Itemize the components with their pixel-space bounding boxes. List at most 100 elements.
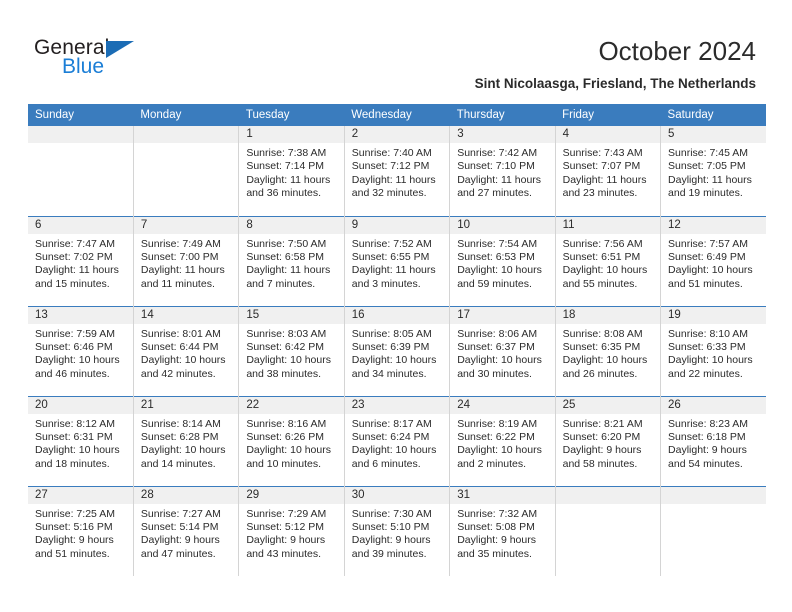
day-detail-sunrise: Sunrise: 7:50 AM bbox=[246, 237, 327, 250]
calendar-day-cell[interactable]: 2 Sunrise: 7:40 AM Sunset: 7:12 PM Daylight… bbox=[343, 126, 450, 216]
calendar-day-cell[interactable]: 20 Sunrise: 8:12 AM Sunset: 6:31 PM Dayligh… bbox=[28, 396, 134, 486]
calendar-day-cell[interactable]: 15 Sunrise: 8:03 AM Sunset: 6:42 PM Dayligh… bbox=[238, 306, 345, 396]
day-detail-daylight-line2: and 51 minutes. bbox=[668, 277, 743, 290]
day-details: Sunrise: 7:32 AM Sunset: 5:08 PM Daylight:… bbox=[450, 504, 554, 562]
calendar-day-cell[interactable]: 10 Sunrise: 7:54 AM Sunset: 6:53 PM Dayligh… bbox=[449, 216, 556, 306]
day-detail-daylight-line1: Daylight: 11 hours bbox=[351, 173, 436, 186]
day-detail-sunrise: Sunrise: 8:10 AM bbox=[668, 327, 748, 340]
calendar-day-cell-empty bbox=[28, 126, 134, 216]
calendar-day-cell[interactable]: 31 Sunrise: 7:32 AM Sunset: 5:08 PM Dayligh… bbox=[449, 486, 556, 576]
day-details: Sunrise: 7:43 AM Sunset: 7:07 PM Daylight:… bbox=[556, 143, 660, 201]
brand-name-secondary: Blue bbox=[62, 55, 105, 78]
day-detail-sunrise: Sunrise: 7:30 AM bbox=[351, 507, 432, 520]
calendar-week-row: 1 Sunrise: 7:38 AM Sunset: 7:14 PM Daylight… bbox=[28, 126, 766, 216]
day-details: Sunrise: 8:06 AM Sunset: 6:37 PM Daylight:… bbox=[450, 324, 554, 382]
calendar-day-cell[interactable]: 9 Sunrise: 7:52 AM Sunset: 6:55 PM Daylight… bbox=[343, 216, 450, 306]
day-details: Sunrise: 8:05 AM Sunset: 6:39 PM Daylight:… bbox=[345, 324, 449, 382]
calendar-day-cell[interactable]: 18 Sunrise: 8:08 AM Sunset: 6:35 PM Dayligh… bbox=[554, 306, 661, 396]
calendar-day-cell[interactable]: 22 Sunrise: 8:16 AM Sunset: 6:26 PM Dayligh… bbox=[238, 396, 345, 486]
day-detail-daylight-line1: Daylight: 10 hours bbox=[140, 444, 226, 457]
calendar-day-cell[interactable]: 11 Sunrise: 7:56 AM Sunset: 6:51 PM Dayligh… bbox=[554, 216, 661, 306]
calendar-day-cell[interactable]: 16 Sunrise: 8:05 AM Sunset: 6:39 PM Dayligh… bbox=[343, 306, 450, 396]
day-detail-sunset: Sunset: 7:05 PM bbox=[668, 160, 746, 173]
calendar-day-cell[interactable]: 29 Sunrise: 7:29 AM Sunset: 5:12 PM Dayligh… bbox=[238, 486, 345, 576]
day-details: Sunrise: 7:27 AM Sunset: 5:14 PM Daylight:… bbox=[134, 504, 238, 562]
day-detail-daylight-line2: and 39 minutes. bbox=[351, 547, 427, 560]
day-detail-sunrise: Sunrise: 7:42 AM bbox=[457, 147, 538, 159]
calendar-day-cell[interactable]: 3 Sunrise: 7:42 AM Sunset: 7:10 PM Daylight… bbox=[449, 126, 556, 216]
calendar-week-row: 27 Sunrise: 7:25 AM Sunset: 5:16 PM Dayligh… bbox=[28, 486, 766, 576]
day-detail-daylight-line2: and 11 minutes. bbox=[140, 277, 215, 290]
day-detail-sunrise: Sunrise: 8:16 AM bbox=[246, 417, 327, 430]
day-details: Sunrise: 7:56 AM Sunset: 6:51 PM Daylight:… bbox=[556, 234, 660, 292]
day-detail-daylight-line2: and 55 minutes. bbox=[562, 277, 638, 290]
calendar-day-cell[interactable]: 13 Sunrise: 7:59 AM Sunset: 6:46 PM Dayligh… bbox=[28, 306, 134, 396]
day-detail-daylight-line1: Daylight: 10 hours bbox=[35, 444, 120, 457]
day-number bbox=[661, 486, 766, 504]
calendar-day-cell[interactable]: 4 Sunrise: 7:43 AM Sunset: 7:07 PM Daylight… bbox=[554, 126, 661, 216]
calendar-grid: Sunday Monday Tuesday Wednesday Thursday… bbox=[28, 104, 766, 576]
calendar-day-cell[interactable]: 24 Sunrise: 8:19 AM Sunset: 6:22 PM Dayligh… bbox=[449, 396, 556, 486]
day-detail-daylight-line2: and 6 minutes. bbox=[351, 457, 421, 470]
day-detail-sunrise: Sunrise: 8:08 AM bbox=[562, 327, 643, 340]
day-number: 29 bbox=[239, 486, 344, 504]
day-detail-daylight-line1: Daylight: 10 hours bbox=[246, 354, 331, 367]
day-details: Sunrise: 7:45 AM Sunset: 7:05 PM Daylight:… bbox=[661, 143, 766, 201]
day-details: Sunrise: 7:38 AM Sunset: 7:14 PM Daylight:… bbox=[239, 143, 343, 201]
calendar-day-cell[interactable]: 8 Sunrise: 7:50 AM Sunset: 6:58 PM Daylight… bbox=[238, 216, 345, 306]
day-detail-daylight-line1: Daylight: 10 hours bbox=[457, 444, 542, 457]
day-number: 19 bbox=[661, 306, 766, 324]
day-detail-sunset: Sunset: 6:51 PM bbox=[562, 250, 641, 263]
day-number: 10 bbox=[450, 216, 555, 234]
day-detail-sunset: Sunset: 6:26 PM bbox=[246, 430, 324, 443]
day-details: Sunrise: 8:23 AM Sunset: 6:18 PM Daylight:… bbox=[661, 414, 766, 472]
calendar-day-cell[interactable]: 1 Sunrise: 7:38 AM Sunset: 7:14 PM Daylight… bbox=[238, 126, 345, 216]
day-detail-daylight-line2: and 51 minutes. bbox=[35, 547, 110, 560]
day-number: 9 bbox=[344, 216, 450, 234]
page-header: General Blue October 2024 Sint Nicolaasg… bbox=[0, 0, 792, 100]
day-detail-sunset: Sunset: 7:12 PM bbox=[351, 160, 430, 173]
day-detail-sunrise: Sunrise: 8:14 AM bbox=[140, 417, 221, 430]
day-detail-daylight-line2: and 19 minutes. bbox=[668, 187, 743, 200]
day-detail-daylight-line2: and 18 minutes. bbox=[35, 457, 110, 470]
calendar-day-cell[interactable]: 27 Sunrise: 7:25 AM Sunset: 5:16 PM Dayligh… bbox=[28, 486, 134, 576]
day-details: Sunrise: 8:16 AM Sunset: 6:26 PM Daylight:… bbox=[239, 414, 343, 472]
calendar-day-cell[interactable]: 6 Sunrise: 7:47 AM Sunset: 7:02 PM Daylight… bbox=[28, 216, 134, 306]
calendar-day-cell[interactable]: 21 Sunrise: 8:14 AM Sunset: 6:28 PM Dayligh… bbox=[132, 396, 239, 486]
day-detail-sunrise: Sunrise: 7:59 AM bbox=[35, 327, 115, 340]
brand-logo[interactable]: General Blue bbox=[34, 36, 194, 88]
calendar-day-cell[interactable]: 7 Sunrise: 7:49 AM Sunset: 7:00 PM Daylight… bbox=[132, 216, 239, 306]
day-detail-sunset: Sunset: 5:14 PM bbox=[140, 520, 219, 533]
day-detail-sunrise: Sunrise: 7:49 AM bbox=[140, 237, 221, 250]
day-detail-sunset: Sunset: 6:42 PM bbox=[246, 340, 324, 353]
day-detail-daylight-line1: Daylight: 10 hours bbox=[668, 354, 753, 367]
day-number bbox=[28, 126, 133, 143]
day-details: Sunrise: 7:49 AM Sunset: 7:00 PM Daylight:… bbox=[134, 234, 238, 292]
calendar-day-cell-empty bbox=[132, 126, 239, 216]
calendar-day-cell[interactable]: 28 Sunrise: 7:27 AM Sunset: 5:14 PM Dayligh… bbox=[132, 486, 239, 576]
calendar-day-cell[interactable]: 17 Sunrise: 8:06 AM Sunset: 6:37 PM Dayligh… bbox=[449, 306, 556, 396]
day-detail-daylight-line1: Daylight: 10 hours bbox=[140, 354, 226, 367]
calendar-day-cell[interactable]: 14 Sunrise: 8:01 AM Sunset: 6:44 PM Dayligh… bbox=[132, 306, 239, 396]
day-detail-sunrise: Sunrise: 7:38 AM bbox=[246, 147, 327, 159]
day-detail-daylight-line1: Daylight: 10 hours bbox=[35, 354, 120, 367]
page-title: October 2024 bbox=[598, 36, 756, 66]
calendar-body: 1 Sunrise: 7:38 AM Sunset: 7:14 PM Daylight… bbox=[28, 126, 766, 576]
day-detail-daylight-line2: and 36 minutes. bbox=[246, 187, 322, 200]
calendar-day-cell[interactable]: 26 Sunrise: 8:23 AM Sunset: 6:18 PM Dayligh… bbox=[660, 396, 766, 486]
calendar-day-cell[interactable]: 25 Sunrise: 8:21 AM Sunset: 6:20 PM Dayligh… bbox=[554, 396, 661, 486]
calendar-day-cell[interactable]: 5 Sunrise: 7:45 AM Sunset: 7:05 PM Daylight… bbox=[660, 126, 766, 216]
day-number: 25 bbox=[555, 396, 661, 414]
calendar-day-cell[interactable]: 19 Sunrise: 8:10 AM Sunset: 6:33 PM Dayligh… bbox=[660, 306, 766, 396]
day-detail-sunset: Sunset: 7:00 PM bbox=[140, 250, 219, 263]
day-detail-sunrise: Sunrise: 7:40 AM bbox=[351, 147, 432, 159]
day-number: 12 bbox=[661, 216, 766, 234]
calendar-week-row: 20 Sunrise: 8:12 AM Sunset: 6:31 PM Dayligh… bbox=[28, 396, 766, 486]
calendar-day-cell[interactable]: 23 Sunrise: 8:17 AM Sunset: 6:24 PM Dayligh… bbox=[343, 396, 450, 486]
day-detail-sunset: Sunset: 6:55 PM bbox=[351, 250, 430, 263]
calendar-day-cell[interactable]: 12 Sunrise: 7:57 AM Sunset: 6:49 PM Dayligh… bbox=[660, 216, 766, 306]
calendar-day-cell[interactable]: 30 Sunrise: 7:30 AM Sunset: 5:10 PM Dayligh… bbox=[343, 486, 450, 576]
day-detail-daylight-line2: and 2 minutes. bbox=[457, 457, 527, 470]
weekday-header-sunday: Sunday bbox=[28, 104, 134, 126]
day-detail-sunrise: Sunrise: 7:29 AM bbox=[246, 507, 327, 520]
